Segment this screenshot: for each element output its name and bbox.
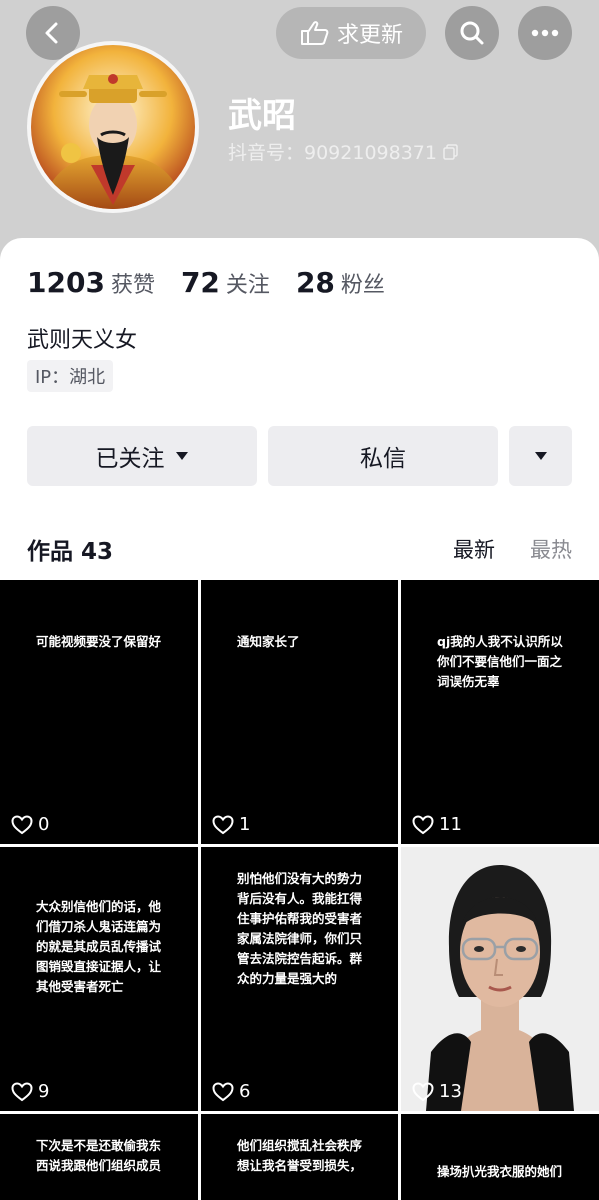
video-caption: 操场扒光我衣服的她们	[437, 1164, 563, 1179]
username: 武昭	[228, 96, 296, 136]
video-caption: 下次是不是还敢偷我东西说我跟他们组织成员	[36, 1138, 162, 1173]
video-tile[interactable]: 他们组织搅乱社会秩序想让我名誉受到损失，	[201, 1114, 398, 1200]
profile-header: 求更新 武昭 抖音号：90921098371	[0, 0, 599, 260]
video-tile[interactable]: 13	[401, 847, 599, 1111]
caret-down-icon	[534, 452, 547, 460]
stat-followers[interactable]: 28 粉丝	[296, 266, 385, 299]
caret-down-icon	[175, 452, 188, 460]
video-tile[interactable]: 大众别信他们的话，他们借刀杀人鬼话连篇为的就是其成员乱传播试图销毁直接证据人，让…	[0, 847, 198, 1111]
like-count: 1	[212, 814, 250, 835]
like-count-value: 9	[38, 1081, 50, 1102]
more-dots-icon	[531, 29, 559, 37]
video-tile[interactable]: qj我的人我不认识所以你们不要信他们一面之词误伤无辜 11	[401, 580, 599, 844]
heart-outline-icon	[11, 814, 33, 834]
more-button[interactable]	[518, 6, 572, 60]
video-thumbnail-portrait	[401, 847, 599, 1111]
like-count: 9	[11, 1081, 49, 1102]
stat-value: 1203	[27, 266, 105, 299]
stat-likes: 1203 获赞	[27, 266, 155, 299]
video-tile[interactable]: 操场扒光我衣服的她们	[401, 1114, 599, 1200]
message-label: 私信	[360, 446, 406, 472]
douyin-id[interactable]: 抖音号：90921098371	[228, 138, 459, 165]
like-count: 13	[412, 1081, 462, 1102]
followed-button[interactable]: 已关注	[27, 426, 257, 486]
chevron-left-icon	[45, 22, 58, 44]
heart-outline-icon	[412, 1081, 434, 1101]
video-tile[interactable]: 下次是不是还敢偷我东西说我跟他们组织成员	[0, 1114, 198, 1200]
ip-location-tag: IP：湖北	[27, 360, 114, 392]
stat-label: 关注	[225, 273, 270, 298]
like-count-value: 1	[239, 814, 251, 835]
pointing-hand-icon	[300, 21, 329, 45]
heart-outline-icon	[11, 1081, 33, 1101]
heart-outline-icon	[212, 814, 234, 834]
video-caption: 通知家长了	[237, 634, 300, 649]
search-icon	[460, 21, 484, 45]
like-count: 6	[212, 1081, 250, 1102]
video-tile[interactable]: 别怕他们没有大的势力背后没有人。我能扛得住事护佑帮我的受害者家属法院律师，你们只…	[201, 847, 398, 1111]
like-count-value: 11	[439, 814, 462, 835]
douyin-id-text: 抖音号：90921098371	[228, 142, 437, 164]
video-tile[interactable]: 可能视频要没了保留好 0	[0, 580, 198, 844]
sort-hottest[interactable]: 最热	[530, 534, 572, 564]
stat-value: 28	[295, 266, 335, 299]
bio-text: 武则天义女	[27, 328, 138, 353]
video-caption: 大众别信他们的话，他们借刀杀人鬼话连篇为的就是其成员乱传播试图销毁直接证据人，让…	[36, 899, 162, 994]
stats-row: 1203 获赞 72 关注 28 粉丝	[27, 266, 385, 299]
search-button[interactable]	[445, 6, 499, 60]
like-count-value: 0	[38, 814, 50, 835]
recommend-dropdown-button[interactable]	[509, 426, 572, 486]
followed-label: 已关注	[95, 446, 165, 472]
video-grid: 可能视频要没了保留好 0 通知家长了 1 qj我的人我不认识所以你们不要信他们一…	[0, 580, 599, 1200]
sort-newest[interactable]: 最新	[453, 534, 495, 564]
works-tab[interactable]: 作品 43	[27, 532, 113, 566]
stat-label: 粉丝	[340, 273, 385, 298]
video-caption: 他们组织搅乱社会秩序想让我名誉受到损失，	[237, 1138, 363, 1173]
message-button[interactable]: 私信	[268, 426, 498, 486]
avatar[interactable]	[27, 41, 199, 213]
like-count-value: 6	[239, 1081, 251, 1102]
like-count: 11	[412, 814, 462, 835]
copy-icon	[443, 143, 458, 160]
request-update-button[interactable]: 求更新	[276, 7, 426, 59]
like-count: 0	[11, 814, 49, 835]
heart-outline-icon	[412, 814, 434, 834]
video-caption: qj我的人我不认识所以你们不要信他们一面之词误伤无辜	[437, 634, 563, 689]
heart-outline-icon	[212, 1081, 234, 1101]
profile-card: 1203 获赞 72 关注 28 粉丝 武则天义女 IP：湖北 已关注 私信 作…	[0, 238, 599, 580]
stat-label: 获赞	[110, 273, 155, 298]
avatar-image	[31, 45, 195, 209]
stat-following[interactable]: 72 关注	[181, 266, 270, 299]
request-update-label: 求更新	[336, 23, 403, 48]
stat-value: 72	[180, 266, 220, 299]
video-tile[interactable]: 通知家长了 1	[201, 580, 398, 844]
video-caption: 别怕他们没有大的势力背后没有人。我能扛得住事护佑帮我的受害者家属法院律师，你们只…	[237, 871, 363, 986]
like-count-value: 13	[439, 1081, 462, 1102]
video-caption: 可能视频要没了保留好	[36, 634, 162, 649]
